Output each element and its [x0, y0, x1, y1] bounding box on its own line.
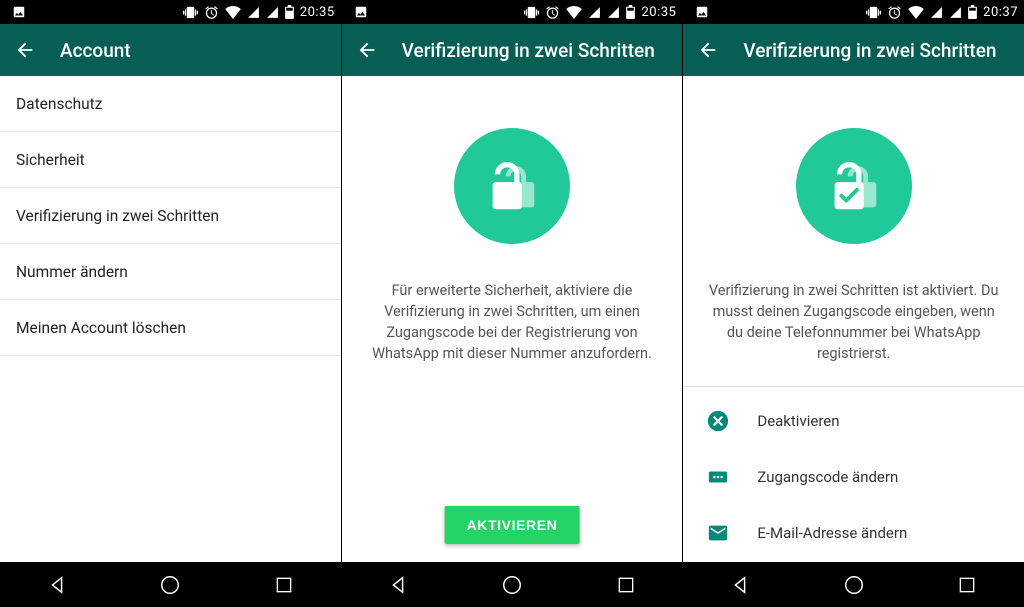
status-bar: 20:37: [683, 0, 1024, 24]
close-circle-icon: [705, 408, 731, 434]
nav-home-icon[interactable]: [842, 573, 866, 597]
activate-button[interactable]: AKTIVIEREN: [445, 506, 580, 544]
intro-text: Für erweiterte Sicherheit, aktiviere die…: [364, 280, 661, 364]
app-bar: Verifizierung in zwei Schritten: [342, 24, 683, 76]
battery-icon: [626, 5, 635, 19]
app-bar: Verifizierung in zwei Schritten: [683, 24, 1024, 76]
clock-time: 20:35: [641, 5, 676, 20]
screen-two-step-intro: 20:35 Verifizierung in zwei Schritten: [341, 0, 683, 607]
option-label: Zugangscode ändern: [757, 468, 898, 486]
nav-home-icon[interactable]: [158, 573, 182, 597]
nav-back-icon[interactable]: [45, 573, 69, 597]
nav-bar: [342, 562, 683, 607]
two-step-intro-content: Für erweiterte Sicherheit, aktiviere die…: [342, 76, 683, 562]
nav-bar: [683, 562, 1024, 607]
back-icon[interactable]: [356, 39, 378, 61]
screen-title: Verifizierung in zwei Schritten: [743, 39, 996, 62]
image-indicator-icon: [354, 5, 368, 19]
item-datenschutz[interactable]: Datenschutz: [0, 76, 341, 132]
nav-bar: [0, 562, 341, 607]
app-bar: Account: [0, 24, 341, 76]
battery-icon: [285, 5, 294, 19]
item-verifizierung[interactable]: Verifizierung in zwei Schritten: [0, 188, 341, 244]
nav-recents-icon[interactable]: [955, 573, 979, 597]
screen-title: Verifizierung in zwei Schritten: [402, 39, 655, 62]
vibrate-icon: [866, 5, 881, 20]
lock-check-badge-icon: [796, 128, 912, 244]
option-label: Deaktivieren: [757, 412, 839, 430]
nav-back-icon[interactable]: [386, 573, 410, 597]
back-icon[interactable]: [14, 39, 36, 61]
option-deaktivieren[interactable]: Deaktivieren: [687, 393, 1020, 449]
alarm-icon: [887, 5, 902, 20]
battery-icon: [968, 5, 977, 19]
image-indicator-icon: [12, 5, 26, 19]
screen-two-step-enabled: 20:37 Verifizierung in zwei Schritten: [682, 0, 1024, 607]
divider: [683, 386, 1024, 387]
status-bar: 20:35: [342, 0, 683, 24]
image-indicator-icon: [695, 5, 709, 19]
screen-title: Account: [60, 39, 131, 62]
wifi-icon: [566, 6, 582, 19]
signal-1-icon: [588, 6, 601, 19]
vibrate-icon: [524, 5, 539, 20]
nav-recents-icon[interactable]: [272, 573, 296, 597]
alarm-icon: [545, 5, 560, 20]
wifi-icon: [908, 6, 924, 19]
back-icon[interactable]: [697, 39, 719, 61]
email-icon: [705, 520, 731, 546]
two-step-enabled-content: Verifizierung in zwei Schritten ist akti…: [683, 76, 1024, 562]
nav-recents-icon[interactable]: [614, 573, 638, 597]
lock-badge-icon: [454, 128, 570, 244]
option-email[interactable]: E-Mail-Adresse ändern: [687, 505, 1020, 561]
item-nummer-aendern[interactable]: Nummer ändern: [0, 244, 341, 300]
nav-back-icon[interactable]: [728, 573, 752, 597]
vibrate-icon: [183, 5, 198, 20]
signal-1-icon: [930, 6, 943, 19]
item-sicherheit[interactable]: Sicherheit: [0, 132, 341, 188]
clock-time: 20:37: [983, 5, 1018, 20]
option-label: E-Mail-Adresse ändern: [757, 524, 907, 542]
signal-2-icon: [607, 6, 620, 19]
account-list: Datenschutz Sicherheit Verifizierung in …: [0, 76, 341, 562]
enabled-text: Verifizierung in zwei Schritten ist akti…: [705, 280, 1002, 364]
pin-icon: [705, 464, 731, 490]
status-bar: 20:35: [0, 0, 341, 24]
alarm-icon: [204, 5, 219, 20]
screen-account: 20:35 Account Datenschutz Sicherheit Ver…: [0, 0, 341, 607]
wifi-icon: [225, 6, 241, 19]
option-zugangscode[interactable]: Zugangscode ändern: [687, 449, 1020, 505]
signal-1-icon: [247, 6, 260, 19]
item-account-loeschen[interactable]: Meinen Account löschen: [0, 300, 341, 356]
nav-home-icon[interactable]: [500, 573, 524, 597]
signal-2-icon: [949, 6, 962, 19]
clock-time: 20:35: [300, 5, 335, 20]
signal-2-icon: [266, 6, 279, 19]
